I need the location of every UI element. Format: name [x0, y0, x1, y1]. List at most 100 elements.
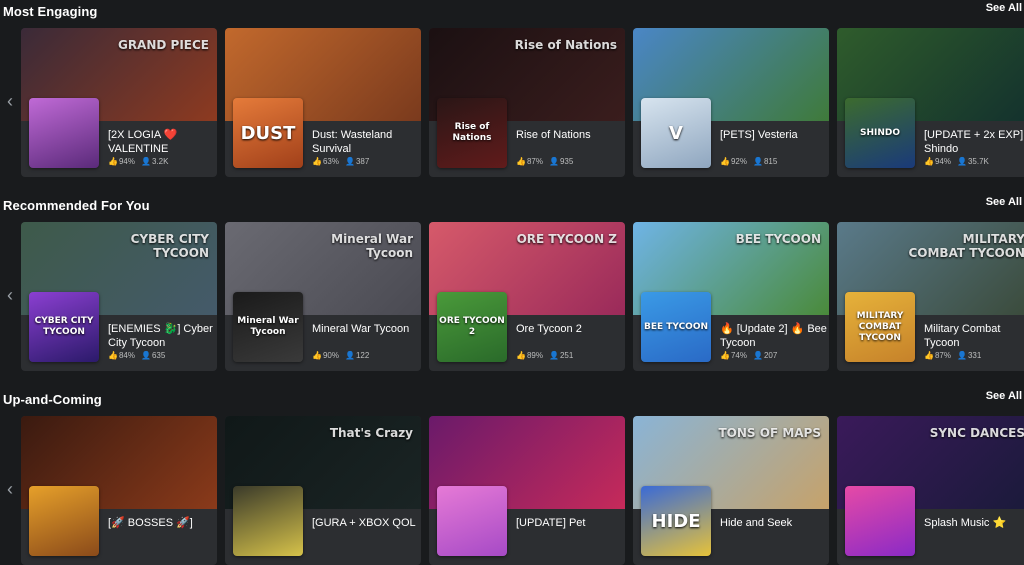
game-icon[interactable]: BEE TYCOON [641, 292, 711, 362]
game-icon[interactable]: DUST [233, 98, 303, 168]
game-stats: 👍87% 👤935 [516, 157, 579, 166]
game-name[interactable]: [2X LOGIA ❤️ VALENTINE [108, 128, 216, 156]
player-count: 👤122 [345, 351, 369, 360]
game-name[interactable]: [GURA + XBOX QOL [312, 516, 420, 530]
game-icon[interactable]: CYBER CITY TYCOON [29, 292, 99, 362]
game-name[interactable]: [PETS] Vesteria [720, 128, 828, 142]
players-icon: 👤 [956, 157, 967, 166]
game-name[interactable]: Rise of Nations [516, 128, 624, 142]
chevron-left-icon[interactable]: ‹ [4, 86, 16, 116]
game-stats: 👍74% 👤207 [720, 351, 783, 360]
players-icon: 👤 [956, 351, 967, 360]
player-count: 👤387 [345, 157, 369, 166]
game-icon[interactable]: HIDE [641, 486, 711, 556]
game-card[interactable]: [🚀 BOSSES 🚀] [21, 416, 217, 565]
rating: 👍74% [720, 351, 747, 360]
thumbs-up-icon: 👍 [720, 351, 730, 360]
game-card[interactable]: DUST Dust: Wasteland Survival 👍63% 👤387 [225, 28, 421, 177]
game-card[interactable]: SHINDO [UPDATE + 2x EXP] Shindo 👍94% 👤35.7K [837, 28, 1024, 177]
game-icon[interactable]: Rise of Nations [437, 98, 507, 168]
players-value: 207 [763, 351, 778, 360]
players-icon: 👤 [344, 351, 355, 360]
icon-text: SHINDO [859, 127, 901, 138]
game-name[interactable]: Splash Music ⭐ [924, 516, 1024, 530]
icon-text: BEE TYCOON [643, 321, 709, 332]
game-icon[interactable] [29, 98, 99, 168]
game-card[interactable]: TONS OF MAPS HIDE Hide and Seek [633, 416, 829, 565]
game-stats: 👍89% 👤251 [516, 351, 579, 360]
thumbs-up-icon: 👍 [720, 157, 730, 166]
game-card[interactable]: Mineral War Tycoon Mineral War Tycoon Mine… [225, 222, 421, 371]
rating: 👍84% [108, 351, 135, 360]
players-value: 635 [151, 351, 166, 360]
game-name[interactable]: Dust: Wasteland Survival [312, 128, 420, 156]
game-card[interactable]: GRAND PIECE [2X LOGIA ❤️ VALENTINE 👍94% 👤3.… [21, 28, 217, 177]
game-icon[interactable]: MILITARY COMBAT TYCOON [845, 292, 915, 362]
game-icon[interactable] [437, 486, 507, 556]
players-icon: 👤 [752, 157, 763, 166]
game-name[interactable]: [🚀 BOSSES 🚀] [108, 516, 216, 530]
icon-text: HIDE [651, 510, 701, 532]
game-name[interactable]: Ore Tycoon 2 [516, 322, 624, 336]
game-card[interactable]: ORE TYCOON Z ORE TYCOON 2 Ore Tycoon 2 👍89%… [429, 222, 625, 371]
thumbnail-title: CYBER CITY TYCOON [130, 232, 209, 260]
game-card[interactable]: SYNC DANCES Splash Music ⭐ [837, 416, 1024, 565]
game-card[interactable]: Rise of Nations Rise of Nations Rise of Na… [429, 28, 625, 177]
thumbnail-title: Mineral War Tycoon [331, 232, 413, 260]
rating: 👍63% [312, 157, 339, 166]
rating-value: 92% [730, 157, 747, 166]
game-icon[interactable]: SHINDO [845, 98, 915, 168]
game-name[interactable]: Hide and Seek [720, 516, 828, 530]
thumbnail-title: TONS OF MAPS [718, 426, 822, 440]
rating: 👍92% [720, 157, 747, 166]
game-name[interactable]: Mineral War Tycoon [312, 322, 420, 336]
section-title: Most Engaging [3, 4, 98, 19]
players-icon: 👤 [548, 351, 559, 360]
game-stats: 👍63% 👤387 [312, 157, 375, 166]
player-count: 👤935 [549, 157, 573, 166]
game-name[interactable]: [UPDATE] Pet [516, 516, 624, 530]
game-card[interactable]: MILITARY COMBAT TYCOON MILITARY COMBAT TY… [837, 222, 1024, 371]
icon-text: DUST [240, 122, 296, 144]
thumbnail-title: SYNC DANCES [929, 426, 1024, 440]
thumbs-up-icon: 👍 [312, 157, 322, 166]
game-card[interactable]: BEE TYCOON BEE TYCOON 🔥 [Update 2] 🔥 Bee T… [633, 222, 829, 371]
game-icon[interactable]: ORE TYCOON 2 [437, 292, 507, 362]
section-title: Recommended For You [3, 198, 150, 213]
game-name[interactable]: [UPDATE + 2x EXP] Shindo [924, 128, 1024, 156]
game-card[interactable]: That's Crazy [GURA + XBOX QOL [225, 416, 421, 565]
players-value: 387 [355, 157, 370, 166]
see-all-link[interactable]: See All [986, 390, 1022, 402]
game-icon[interactable]: Mineral War Tycoon [233, 292, 303, 362]
game-name[interactable]: 🔥 [Update 2] 🔥 Bee Tycoon [720, 322, 828, 350]
chevron-left-icon[interactable]: ‹ [4, 280, 16, 310]
game-stats: 👍87% 👤331 [924, 351, 987, 360]
see-all-link[interactable]: See All [986, 2, 1022, 14]
game-name[interactable]: Military Combat Tycoon [924, 322, 1024, 350]
players-value: 35.7K [967, 157, 989, 166]
icon-text: MILITARY COMBAT TYCOON [856, 310, 904, 343]
game-card[interactable]: [UPDATE] Pet [429, 416, 625, 565]
players-icon: 👤 [140, 351, 151, 360]
player-count: 👤815 [753, 157, 777, 166]
game-icon[interactable] [233, 486, 303, 556]
players-value: 935 [559, 157, 574, 166]
chevron-left-icon[interactable]: ‹ [4, 474, 16, 504]
game-card[interactable]: CYBER CITY TYCOON CYBER CITY TYCOON [ENEMI… [21, 222, 217, 371]
thumbs-up-icon: 👍 [108, 351, 118, 360]
thumbnail-title: ORE TYCOON Z [516, 232, 617, 246]
rating-value: 63% [322, 157, 339, 166]
game-icon[interactable] [845, 486, 915, 556]
game-icon[interactable] [29, 486, 99, 556]
game-name[interactable]: [ENEMIES 🐉] Cyber City Tycoon [108, 322, 216, 350]
game-card[interactable]: V [PETS] Vesteria 👍92% 👤815 [633, 28, 829, 177]
rating: 👍87% [516, 157, 543, 166]
rating: 👍90% [312, 351, 339, 360]
icon-text: V [669, 122, 683, 144]
game-icon[interactable]: V [641, 98, 711, 168]
see-all-link[interactable]: See All [986, 196, 1022, 208]
player-count: 👤3.2K [141, 157, 168, 166]
thumbs-up-icon: 👍 [516, 157, 526, 166]
thumbnail-title: BEE TYCOON [735, 232, 821, 246]
thumbs-up-icon: 👍 [924, 351, 934, 360]
